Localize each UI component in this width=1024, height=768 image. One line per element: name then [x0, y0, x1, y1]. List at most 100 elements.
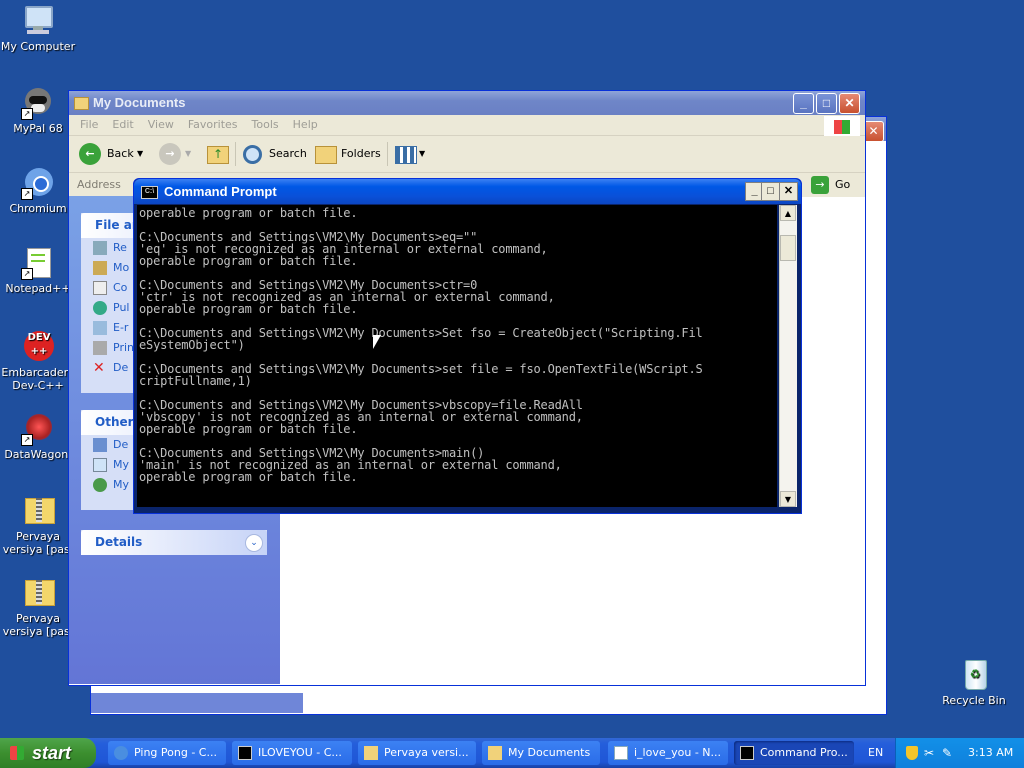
- back-arrow-icon: ←: [79, 143, 101, 165]
- desktop-icon-devcpp[interactable]: DEV ++ Embarcadero Dev-C++: [0, 330, 78, 392]
- taskbar-item-my-documents[interactable]: My Documents: [482, 741, 600, 765]
- forward-button[interactable]: → ▼: [159, 142, 193, 166]
- cmd-icon: C:\: [141, 186, 158, 199]
- folders-button[interactable]: Folders: [315, 142, 381, 166]
- desktop-icon-label: Chromium: [9, 202, 67, 215]
- scroll-thumb[interactable]: [780, 235, 796, 261]
- desktop-icon-pervaya-1[interactable]: Pervaya versiya [pas.: [0, 494, 78, 556]
- console-output[interactable]: operable program or batch file. C:\Docum…: [137, 205, 777, 507]
- search-icon: [243, 145, 262, 164]
- start-button[interactable]: start: [0, 738, 96, 768]
- views-button[interactable]: ▼: [395, 142, 427, 166]
- back-button[interactable]: ← Back ▼: [79, 142, 145, 166]
- scroll-up-arrow[interactable]: ▲: [780, 205, 796, 221]
- chevron-down-icon[interactable]: ▼: [185, 142, 191, 166]
- folder-icon: [74, 97, 89, 110]
- desktop-icon-notepadpp[interactable]: ↗ Notepad++: [0, 246, 78, 295]
- move-icon: [93, 261, 107, 275]
- toolbar: ← Back ▼ → ▼ ↑ Search Folders ▼: [69, 136, 865, 173]
- console-scrollbar[interactable]: ▲ ▼: [779, 205, 797, 507]
- desktop-icon-chromium[interactable]: ↗ Chromium: [0, 166, 78, 215]
- minimize-button[interactable]: _: [793, 93, 814, 114]
- chevron-down-icon: ▼: [419, 149, 426, 158]
- zip-icon: [364, 746, 378, 760]
- menu-tools[interactable]: Tools: [245, 115, 286, 135]
- chevron-down-icon[interactable]: ▼: [137, 142, 143, 166]
- devcpp-icon: DEV ++: [21, 330, 55, 364]
- windows-flag-icon: [834, 120, 850, 134]
- menu-view[interactable]: View: [141, 115, 181, 135]
- cmd-icon: [740, 746, 754, 760]
- maximize-button[interactable]: □: [816, 93, 837, 114]
- scroll-down-arrow[interactable]: ▼: [780, 491, 796, 507]
- windows-flag-icon: [10, 746, 24, 760]
- network-icon[interactable]: ✂: [924, 738, 934, 768]
- shortcut-arrow-icon: ↗: [21, 434, 33, 446]
- search-button[interactable]: Search: [243, 142, 307, 166]
- desktop-icon-recycle-bin[interactable]: ♻ Recycle Bin: [934, 658, 1014, 707]
- security-shield-icon[interactable]: [906, 746, 918, 760]
- views-icon: [395, 146, 417, 164]
- cmd-icon: [238, 746, 252, 760]
- folders-icon: [315, 146, 337, 164]
- taskbar-item-iloveyou[interactable]: ILOVEYOU - C...: [232, 741, 352, 765]
- taskbar-item-pervaya[interactable]: Pervaya versi...: [358, 741, 476, 765]
- zip-folder-icon: [21, 576, 55, 610]
- desktop-icon-label: Pervaya versiya [pas.: [2, 612, 74, 638]
- details-panel: Details ⌄: [81, 530, 267, 555]
- menu-edit[interactable]: Edit: [105, 115, 140, 135]
- mypal-icon: ↗: [21, 86, 55, 120]
- cmd-close-button[interactable]: ✕: [779, 182, 798, 201]
- menu-help[interactable]: Help: [286, 115, 325, 135]
- menu-bar: File Edit View Favorites Tools Help: [69, 115, 865, 136]
- system-tray: ✂ ✎ 3:13 AM: [895, 738, 1024, 768]
- chromium-icon: ↗: [21, 166, 55, 200]
- menu-favorites[interactable]: Favorites: [181, 115, 245, 135]
- desktop-icon-label: My Computer: [0, 40, 76, 53]
- rename-icon: [93, 241, 107, 255]
- command-prompt-window[interactable]: C:\ Command Prompt _ □ ✕ operable progra…: [133, 178, 802, 514]
- language-indicator[interactable]: EN: [868, 738, 883, 768]
- cmd-maximize-button[interactable]: □: [761, 182, 780, 201]
- desktop-icon-label: DataWagon.: [4, 448, 72, 461]
- print-icon: [93, 341, 107, 355]
- up-folder-button[interactable]: ↑: [207, 142, 229, 166]
- volume-icon[interactable]: ✎: [942, 738, 952, 768]
- email-icon: [93, 321, 107, 335]
- taskbar-item-notepad[interactable]: i_love_you - N...: [608, 741, 728, 765]
- up-folder-icon: ↑: [207, 146, 229, 164]
- delete-icon: ✕: [93, 360, 105, 376]
- shortcut-arrow-icon: ↗: [21, 108, 33, 120]
- network-places-icon: [93, 478, 107, 492]
- mouse-cursor-icon: [373, 335, 381, 349]
- go-button[interactable]: → Go: [811, 175, 861, 195]
- console-text: operable program or batch file. C:\Docum…: [139, 206, 703, 484]
- explorer-titlebar[interactable]: My Documents _ □ ✕: [69, 91, 865, 115]
- explorer-title: My Documents: [93, 95, 186, 110]
- close-button[interactable]: ✕: [839, 93, 860, 114]
- publish-web-icon: [93, 301, 107, 315]
- zip-folder-icon: [21, 494, 55, 528]
- desktop-icon-mypal[interactable]: ↗ MyPal 68: [0, 86, 78, 135]
- clock[interactable]: 3:13 AM: [968, 738, 1013, 768]
- folder-icon: [488, 746, 502, 760]
- taskbar-item-ping-pong[interactable]: Ping Pong - C...: [108, 741, 226, 765]
- details-header[interactable]: Details: [81, 530, 267, 555]
- notepadpp-icon: ↗: [21, 246, 55, 280]
- desktop-icon-my-computer[interactable]: My Computer: [0, 4, 78, 53]
- desktop-icon-pervaya-2[interactable]: Pervaya versiya [pas.: [0, 576, 78, 638]
- expand-chevron-icon[interactable]: ⌄: [245, 534, 263, 552]
- my-computer-icon: [21, 4, 55, 38]
- ie-icon: [114, 746, 128, 760]
- copy-icon: [93, 281, 107, 295]
- menu-file[interactable]: File: [69, 115, 105, 135]
- background-close-button[interactable]: ✕: [863, 121, 884, 142]
- notepad-icon: [614, 746, 628, 760]
- datawagon-icon: ↗: [21, 412, 55, 446]
- desktop-icon-label: Notepad++: [5, 282, 71, 295]
- taskbar-item-command-prompt[interactable]: Command Pro...: [734, 741, 854, 765]
- desktop-icon-datawagon[interactable]: ↗ DataWagon.: [0, 412, 78, 461]
- command-prompt-titlebar[interactable]: C:\ Command Prompt _ □ ✕: [134, 179, 801, 204]
- command-prompt-title: Command Prompt: [164, 184, 277, 199]
- shortcut-arrow-icon: ↗: [21, 188, 33, 200]
